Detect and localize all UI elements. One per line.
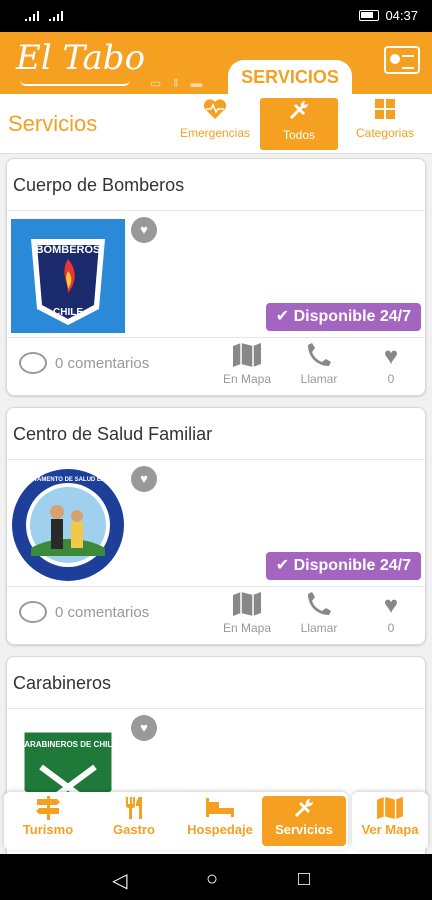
tools-icon [262, 796, 346, 822]
map-icon [217, 342, 277, 372]
id-card-icon[interactable] [384, 46, 420, 74]
recents-icon[interactable]: □ [298, 868, 310, 891]
status-bar: 04:37 [0, 0, 432, 32]
favorite-button[interactable]: ♥ 0 [361, 342, 421, 386]
badge-label: Disponible 24/7 [293, 308, 411, 325]
comment-icon [19, 352, 47, 374]
nav-gastro[interactable]: Gastro [92, 796, 176, 846]
call-button[interactable]: Llamar [289, 342, 349, 386]
logo-swoosh [20, 80, 130, 86]
comments-link[interactable]: 0 comentarios [19, 601, 149, 623]
bottom-nav: Turismo Gastro Hospedaje Servicios [4, 792, 348, 850]
call-button[interactable]: Llamar [289, 591, 349, 635]
map-mini-icon[interactable]: ▭ [150, 76, 161, 90]
app-header: El Tabo ▭ ǁ ▬ SERVICIOS [0, 32, 432, 94]
ver-mapa-label: Ver Mapa [361, 822, 419, 837]
app-logo[interactable]: El Tabo [16, 38, 145, 78]
filter-categorias[interactable]: Categorias [346, 98, 424, 150]
logo-text-top: DEPARTAMENTO DE SALUD EL TABO [13, 477, 123, 483]
phone-icon [289, 342, 349, 372]
tools-icon [260, 98, 338, 128]
grid-icon [346, 98, 424, 126]
system-nav-bar: ◁ ○ □ [0, 854, 432, 900]
card-title: Carabineros [7, 657, 425, 709]
map-label: En Mapa [222, 621, 272, 635]
phone-icon [289, 591, 349, 621]
nav-label: Servicios [275, 822, 333, 837]
comments-count: 0 comentarios [55, 354, 150, 372]
heart-icon: ♥ [383, 592, 399, 619]
card-footer: 0 comentarios En Mapa Llamar ♥ 0 [7, 586, 425, 642]
home-icon[interactable]: ○ [206, 868, 218, 891]
nav-servicios[interactable]: Servicios [262, 796, 346, 846]
cutlery-mini-icon[interactable]: ǁ [173, 76, 178, 90]
availability-badge: ✔ Disponible 24/7 [265, 552, 421, 580]
section-mini-icons: ▭ ǁ ▬ [150, 76, 202, 90]
map-icon [352, 796, 428, 822]
card-footer: 0 comentarios En Mapa Llamar ♥ 0 [7, 337, 425, 393]
comment-icon [19, 601, 47, 623]
call-label: Llamar [300, 621, 338, 635]
comments-link[interactable]: 0 comentarios [19, 352, 149, 374]
nav-label: Turismo [22, 822, 74, 837]
salud-logo[interactable]: DEPARTAMENTO DE SALUD EL TABO [11, 468, 125, 582]
signal-icon [48, 10, 66, 22]
heart-icon: ♥ [383, 343, 399, 370]
ver-mapa-button[interactable]: Ver Mapa [352, 792, 428, 850]
filter-label: Categorias [355, 126, 415, 140]
cutlery-icon [92, 796, 176, 822]
call-label: Llamar [300, 372, 338, 386]
signpost-icon [6, 796, 90, 822]
page-title: Servicios [8, 111, 98, 136]
nav-hospedaje[interactable]: Hospedaje [178, 796, 262, 846]
filter-emergencias[interactable]: Emergencias [176, 98, 254, 150]
back-icon[interactable]: ◁ [112, 868, 127, 893]
logo-text-top: BOMBEROS [36, 244, 101, 256]
favorite-heart-icon[interactable]: ♥ [131, 217, 157, 243]
filter-label: Todos [282, 128, 316, 142]
service-card[interactable]: Centro de Salud Familiar DEPARTAMENTO DE… [6, 407, 426, 645]
card-title: Cuerpo de Bomberos [7, 159, 425, 211]
nav-label: Hospedaje [187, 822, 253, 837]
nav-label: Gastro [113, 822, 155, 837]
filter-label: Emergencias [179, 126, 251, 140]
logo-text-bottom: CHILE [53, 307, 83, 318]
clock: 04:37 [385, 8, 418, 23]
favorite-button[interactable]: ♥ 0 [361, 591, 421, 635]
service-card[interactable]: Cuerpo de Bomberos BOMBEROS CHILE ♥ ✔ Di… [6, 158, 426, 396]
section-toolbar: Servicios Emergencias Todos Categorias [0, 94, 432, 154]
favorite-count: 0 [387, 621, 395, 635]
nav-turismo[interactable]: Turismo [6, 796, 90, 846]
favorite-heart-icon[interactable]: ♥ [131, 715, 157, 741]
signal-icon [24, 10, 42, 22]
bed-icon [178, 796, 262, 822]
logo-text-top: CARABINEROS DE CHILE [18, 740, 118, 749]
map-label: En Mapa [222, 372, 272, 386]
map-icon [217, 591, 277, 621]
tab-servicios[interactable]: SERVICIOS [228, 60, 352, 94]
map-button[interactable]: En Mapa [217, 591, 277, 635]
favorite-count: 0 [387, 372, 395, 386]
signal-indicators [24, 10, 66, 22]
badge-label: Disponible 24/7 [293, 557, 411, 574]
bed-mini-icon[interactable]: ▬ [190, 76, 202, 90]
map-button[interactable]: En Mapa [217, 342, 277, 386]
card-title: Centro de Salud Familiar [7, 408, 425, 460]
bomberos-logo[interactable]: BOMBEROS CHILE [11, 219, 125, 333]
availability-badge: ✔ Disponible 24/7 [265, 303, 421, 331]
favorite-heart-icon[interactable]: ♥ [131, 466, 157, 492]
battery-icon [359, 10, 380, 21]
filter-todos[interactable]: Todos [260, 98, 338, 150]
comments-count: 0 comentarios [55, 603, 150, 621]
heartbeat-icon [176, 98, 254, 126]
